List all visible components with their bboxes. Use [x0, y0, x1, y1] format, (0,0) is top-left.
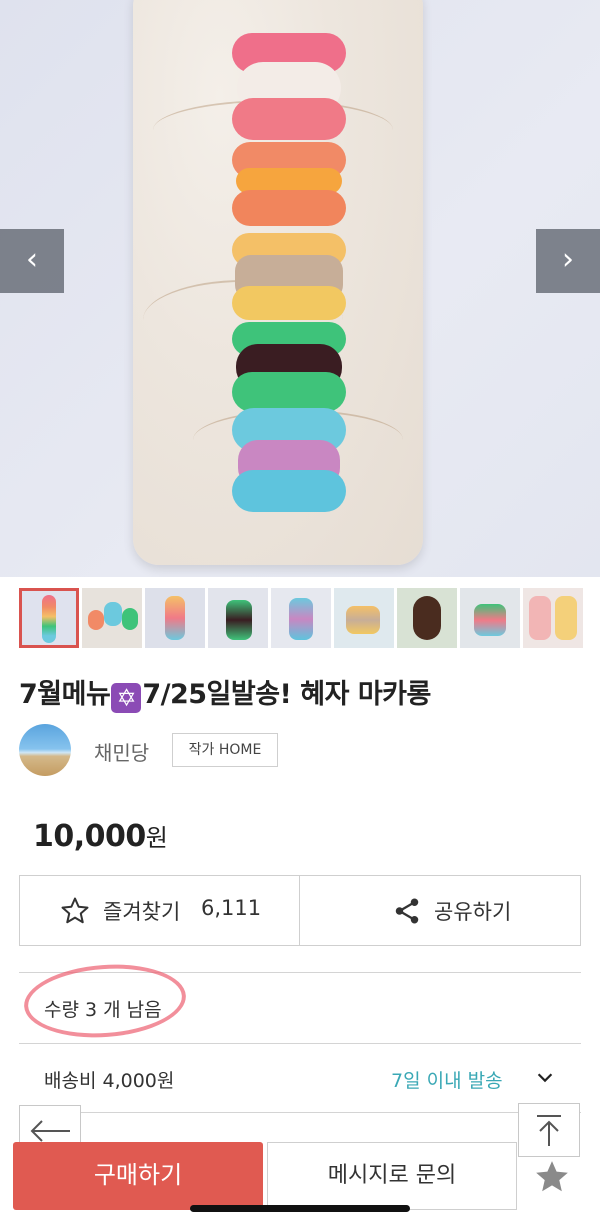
- message-inquiry-button[interactable]: 메시지로 문의: [267, 1142, 517, 1210]
- favorite-button[interactable]: 즐겨찾기 6,111: [20, 876, 299, 945]
- artist-home-button[interactable]: 작가 HOME: [172, 733, 278, 767]
- title-suffix: 7/25일발송! 혜자 마카롱: [142, 679, 431, 710]
- thumbnail-4[interactable]: [208, 588, 268, 648]
- divider-bottom: [19, 1112, 581, 1113]
- gallery-next-button[interactable]: ›: [536, 229, 600, 293]
- chevron-right-icon: ›: [562, 242, 574, 277]
- scroll-top-button[interactable]: [518, 1103, 580, 1157]
- favorite-count: 6,111: [201, 896, 262, 920]
- chevron-down-icon[interactable]: [534, 1066, 556, 1088]
- divider-mid: [19, 1043, 581, 1044]
- buy-button[interactable]: 구매하기: [13, 1142, 263, 1210]
- stock-remaining: 수량 3 개 남음: [44, 999, 162, 1021]
- action-box: 즐겨찾기 6,111 공유하기: [19, 875, 581, 946]
- chevron-left-icon: ‹: [26, 242, 38, 277]
- share-icon: [395, 898, 419, 924]
- dispatch-time[interactable]: 7일 이내 발송: [391, 1066, 503, 1093]
- thumbnail-2[interactable]: [82, 588, 142, 648]
- star-filled-icon[interactable]: [532, 1158, 572, 1196]
- thumbnail-strip: [19, 588, 589, 648]
- thumbnail-1[interactable]: [19, 588, 79, 648]
- gallery-prev-button[interactable]: ‹: [0, 229, 64, 293]
- thumbnail-7[interactable]: [397, 588, 457, 648]
- price-unit: 원: [145, 824, 168, 852]
- price-amount: 10,000: [33, 819, 146, 854]
- thumbnail-5[interactable]: [271, 588, 331, 648]
- favorite-label: 즐겨찾기: [103, 900, 181, 924]
- thumbnail-3[interactable]: [145, 588, 205, 648]
- product-title: 7월메뉴 ✡ 7/25일발송! 혜자 마카롱: [19, 672, 431, 713]
- product-main-image[interactable]: ‹ ›: [0, 0, 600, 577]
- home-indicator: [190, 1205, 410, 1212]
- star-outline-icon: [61, 897, 89, 924]
- share-button[interactable]: 공유하기: [300, 876, 580, 945]
- thumbnail-9[interactable]: [523, 588, 583, 648]
- shipping-fee: 배송비 4,000원: [44, 1070, 175, 1092]
- thumbnail-8[interactable]: [460, 588, 520, 648]
- share-label: 공유하기: [434, 900, 512, 924]
- title-prefix: 7월메뉴: [19, 679, 111, 710]
- star-of-david-emoji: ✡: [111, 683, 142, 713]
- seller-name[interactable]: 채민당: [94, 737, 149, 766]
- product-price: 10,000원: [33, 818, 168, 854]
- seller-avatar[interactable]: [19, 724, 71, 776]
- arrow-up-to-top-icon: [537, 1115, 561, 1146]
- thumbnail-6[interactable]: [334, 588, 394, 648]
